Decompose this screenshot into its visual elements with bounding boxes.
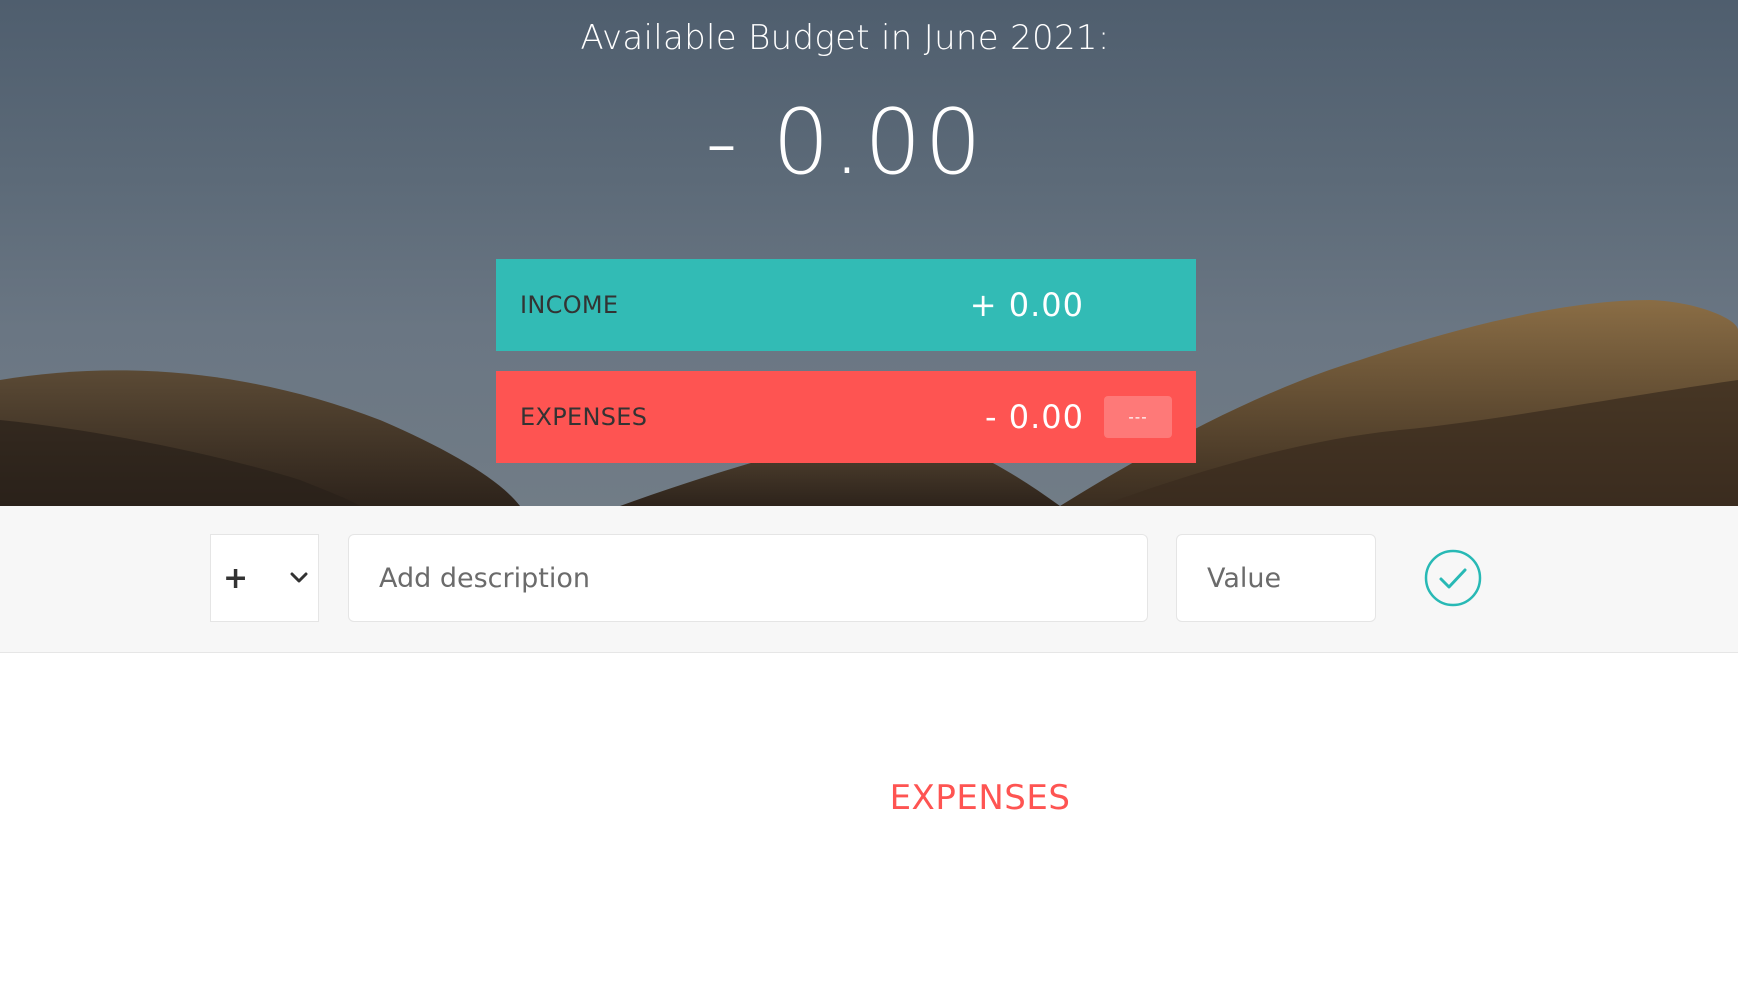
income-value: + 0.00 xyxy=(969,286,1084,324)
description-placeholder: Add description xyxy=(379,562,590,594)
type-select-value: + xyxy=(223,560,249,596)
budget-value: - 0.00 xyxy=(705,90,985,195)
checkmark-circle-icon[interactable] xyxy=(1424,549,1482,607)
expenses-percentage-badge: --- xyxy=(1104,396,1172,438)
expenses-label: EXPENSES xyxy=(520,403,648,431)
value-placeholder: Value xyxy=(1207,562,1282,594)
expenses-summary: EXPENSES - 0.00 --- xyxy=(496,371,1196,463)
expenses-list-title: EXPENSES xyxy=(889,778,1071,818)
income-summary: INCOME + 0.00 xyxy=(496,259,1196,351)
income-label: INCOME xyxy=(520,291,619,319)
budget-header: Available Budget in June 2021: - 0.00 IN… xyxy=(0,0,1738,506)
type-select[interactable]: + xyxy=(210,534,319,622)
chevron-down-icon xyxy=(290,572,308,583)
add-item-bar: + Add description Value xyxy=(0,506,1738,653)
expenses-value: - 0.00 xyxy=(985,398,1084,436)
budget-title: Available Budget in June 2021: xyxy=(580,18,1110,58)
value-input[interactable]: Value xyxy=(1176,534,1376,622)
description-input[interactable]: Add description xyxy=(348,534,1148,622)
